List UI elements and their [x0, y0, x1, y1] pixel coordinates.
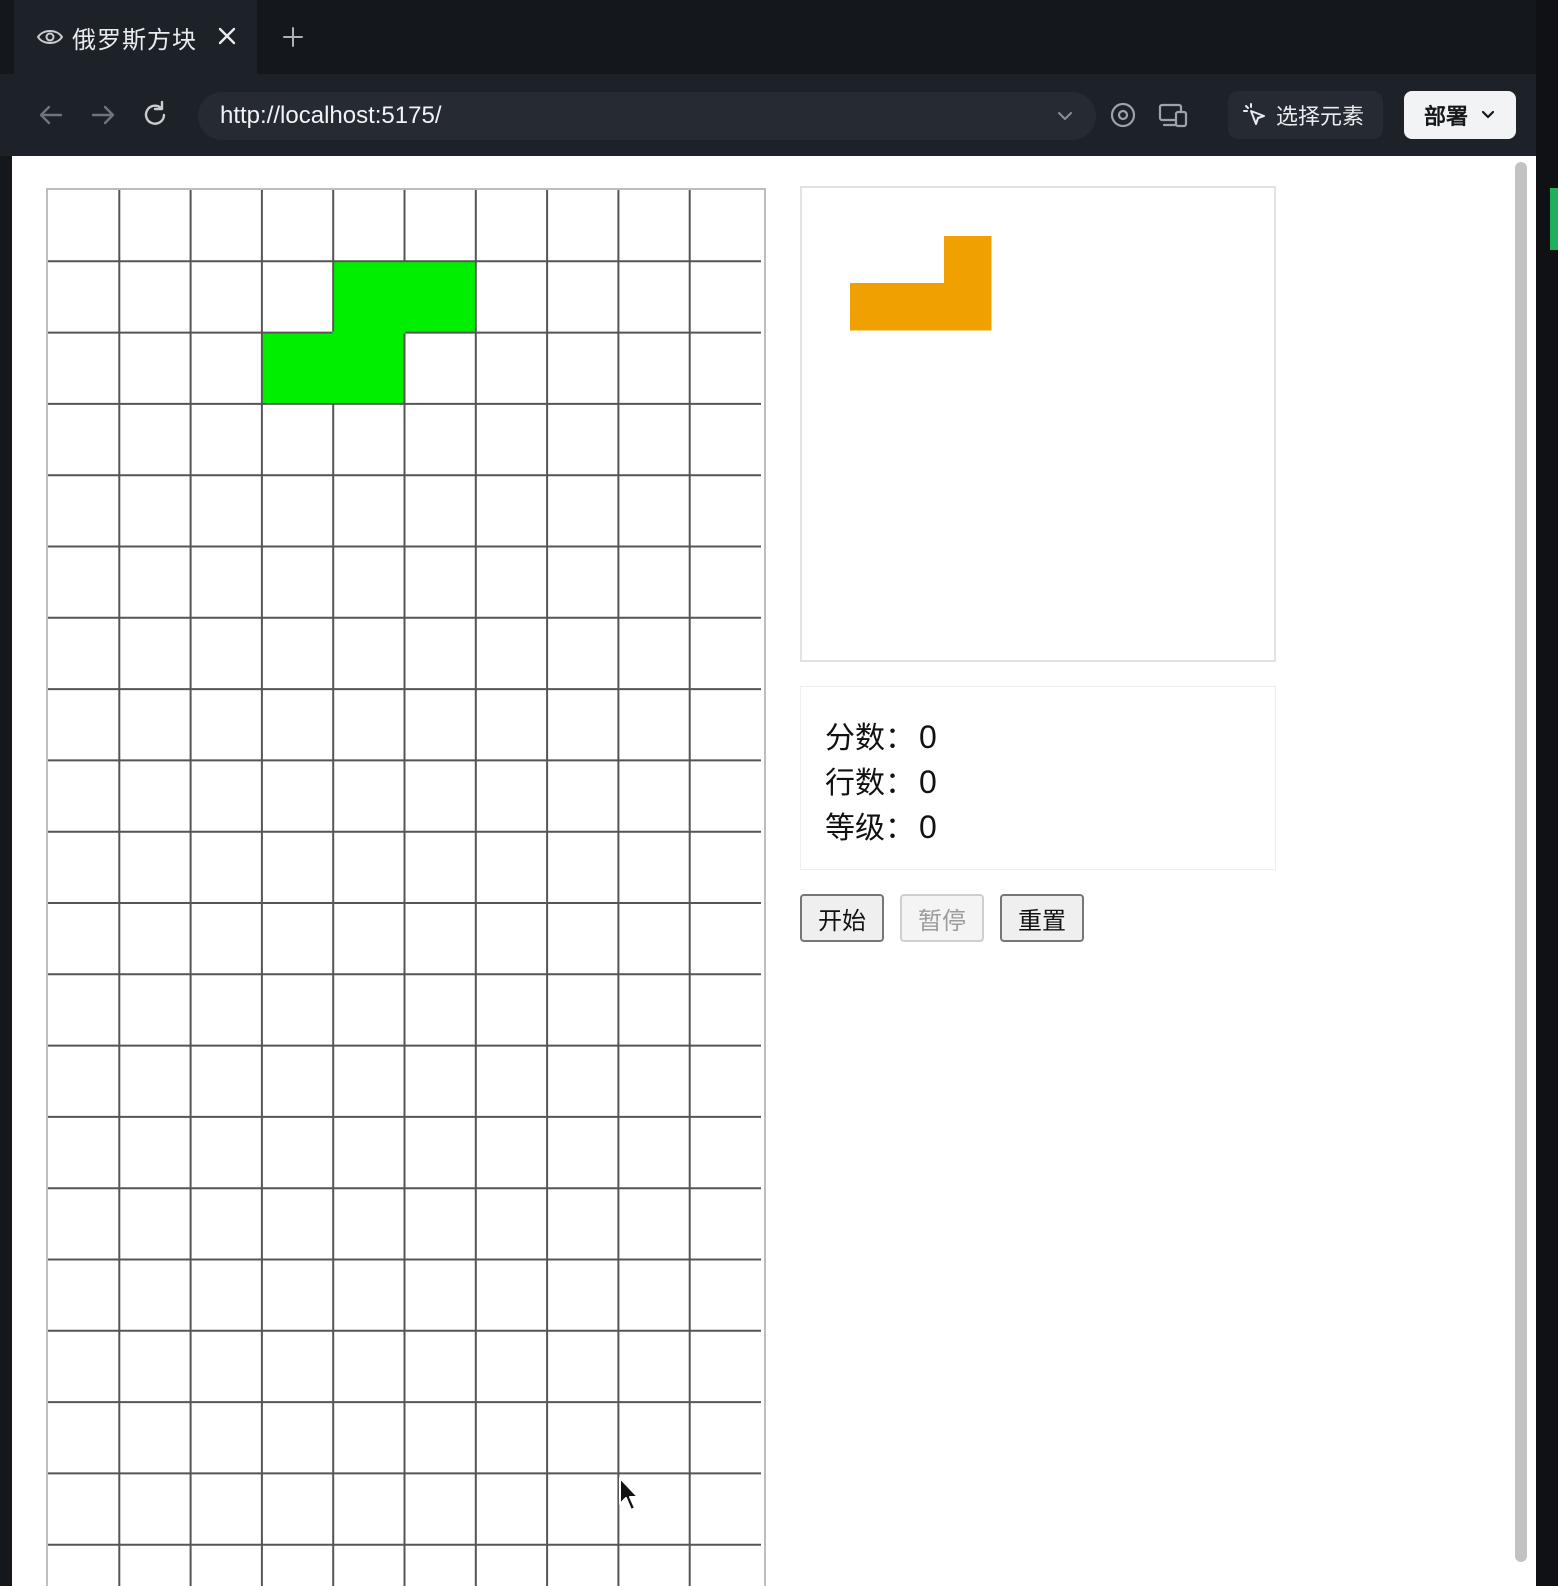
reset-button[interactable]: 重置	[1000, 894, 1084, 942]
active-piece-fill	[403, 262, 475, 332]
score-row: 分数： 0	[825, 713, 1275, 758]
level-value: 0	[919, 809, 937, 845]
responsive-devices-icon[interactable]	[1156, 98, 1190, 132]
active-piece-fill	[262, 333, 335, 403]
tab-bar: 俄罗斯方块	[0, 0, 1558, 74]
back-arrow-icon[interactable]	[34, 98, 68, 132]
chevron-down-icon[interactable]	[1056, 107, 1074, 125]
close-icon[interactable]	[215, 24, 239, 48]
next-piece-cell	[944, 283, 992, 331]
lines-value: 0	[919, 764, 937, 800]
vertical-scrollbar[interactable]	[1506, 156, 1536, 1586]
eye-icon	[36, 30, 64, 44]
next-piece-cell	[897, 283, 945, 331]
deploy-label: 部署	[1424, 105, 1469, 130]
game-board[interactable]	[46, 188, 766, 1586]
tab-title: 俄罗斯方块	[72, 25, 197, 54]
browser-tab[interactable]: 俄罗斯方块	[14, 0, 257, 74]
reload-icon[interactable]	[138, 98, 172, 132]
pointer-select-icon	[1243, 103, 1265, 125]
chevron-down-icon	[1481, 110, 1495, 119]
stats-panel: 分数： 0 行数： 0 等级： 0	[800, 686, 1276, 870]
scrollbar-thumb[interactable]	[1515, 162, 1527, 1562]
select-element-label: 选择元素	[1276, 105, 1365, 130]
side-panel-indicator	[1550, 188, 1558, 250]
address-bar[interactable]: http://localhost:5175/	[198, 92, 1096, 140]
deploy-button[interactable]: 部署	[1404, 91, 1516, 139]
next-piece-canvas	[850, 236, 992, 331]
url-text: http://localhost:5175/	[220, 102, 442, 129]
next-piece-preview	[800, 186, 1276, 662]
pause-button: 暂停	[900, 894, 984, 942]
score-label: 分数：	[825, 721, 915, 756]
compass-icon[interactable]	[1106, 98, 1140, 132]
start-button[interactable]: 开始	[800, 894, 884, 942]
lines-label: 行数：	[825, 766, 915, 801]
next-piece-cell	[944, 236, 992, 284]
new-tab-plus-icon[interactable]	[280, 24, 306, 50]
side-panel-edge	[1536, 0, 1558, 1586]
mouse-cursor-icon	[619, 1477, 639, 1511]
level-row: 等级： 0	[825, 803, 1275, 848]
level-label: 等级：	[825, 811, 915, 846]
active-piece-fill	[332, 331, 404, 403]
page-viewport: 分数： 0 行数： 0 等级： 0 开始 暂停 重置	[12, 156, 1536, 1586]
score-value: 0	[919, 719, 937, 755]
active-piece-fill	[334, 262, 406, 334]
browser-toolbar: http://localhost:5175/ 选择元素 部署	[0, 74, 1558, 156]
next-piece-cell	[850, 283, 898, 331]
game-board-grid	[48, 190, 761, 1586]
forward-arrow-icon[interactable]	[86, 98, 120, 132]
lines-row: 行数： 0	[825, 758, 1275, 803]
select-element-button[interactable]: 选择元素	[1228, 91, 1383, 139]
